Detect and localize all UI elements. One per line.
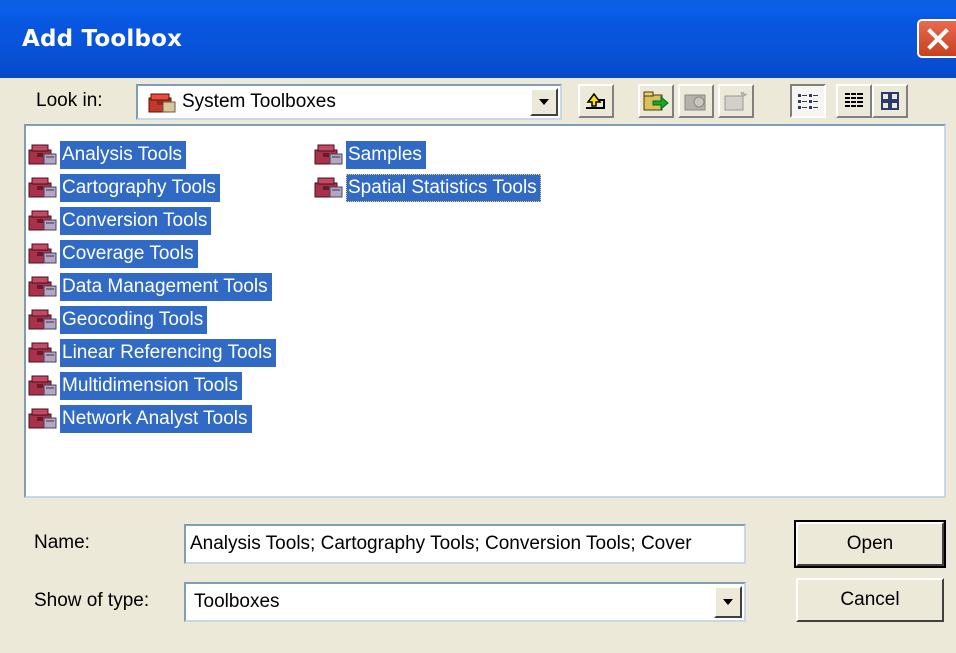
list-item[interactable]: Data Management Tools (28, 272, 272, 302)
details-view-icon (845, 92, 863, 110)
up-one-level-button[interactable] (578, 84, 614, 118)
list-item-label: Cartography Tools (60, 174, 220, 202)
cancel-button[interactable]: Cancel (796, 578, 944, 622)
list-item[interactable]: Spatial Statistics Tools (314, 173, 541, 203)
list-item[interactable]: Analysis Tools (28, 140, 187, 170)
type-label: Show of type: (34, 590, 150, 611)
open-button[interactable]: Open (794, 520, 946, 568)
look-in-dropdown-button[interactable] (530, 88, 558, 116)
list-item[interactable]: Multidimension Tools (28, 371, 243, 401)
type-dropdown-button[interactable] (714, 586, 742, 618)
toolbox-icon (28, 241, 60, 267)
thumbnails-view-icon (881, 92, 899, 110)
list-item-label: Data Management Tools (60, 273, 272, 301)
list-item-label: Coverage Tools (60, 240, 198, 268)
chevron-down-icon (539, 99, 549, 105)
disconnect-folder-button[interactable] (678, 84, 714, 118)
toolbox-icon (28, 208, 60, 234)
list-item[interactable]: Cartography Tools (28, 173, 220, 203)
toolbox-folder-icon (148, 93, 176, 113)
toolbox-icon (28, 175, 60, 201)
name-field-value: Analysis Tools; Cartography Tools; Conve… (190, 533, 692, 554)
list-item[interactable]: Samples (314, 140, 426, 170)
toolbox-icon (28, 142, 60, 168)
connect-to-folder-button[interactable] (638, 84, 674, 118)
add-toolbox-dialog: Add Toolbox Look in: System Toolboxes An… (0, 0, 956, 653)
up-one-level-icon (586, 92, 605, 109)
list-item-label: Samples (346, 141, 426, 169)
toolbox-icon (28, 373, 60, 399)
look-in-label: Look in: (36, 90, 103, 111)
disconnect-folder-icon (684, 94, 706, 111)
list-item[interactable]: Linear Referencing Tools (28, 338, 276, 368)
list-item-label: Linear Referencing Tools (60, 339, 276, 367)
list-item-label: Multidimension Tools (60, 372, 243, 400)
list-view-icon (798, 94, 818, 109)
list-item[interactable]: Network Analyst Tools (28, 404, 252, 434)
title-bar[interactable]: Add Toolbox (0, 0, 956, 78)
look-in-value: System Toolboxes (182, 91, 336, 112)
type-dropdown[interactable]: Toolboxes (184, 582, 746, 622)
toolbox-icon (28, 406, 60, 432)
toolbox-icon (28, 340, 60, 366)
thumbnails-view-button[interactable] (872, 84, 908, 118)
toolbox-list[interactable]: Analysis Tools Cartography Tools Convers… (24, 124, 946, 498)
toolbox-icon (314, 142, 346, 168)
list-view-button[interactable] (790, 84, 826, 118)
list-item-label: Analysis Tools (60, 141, 187, 169)
toolbox-icon (28, 307, 60, 333)
type-value: Toolboxes (194, 591, 280, 612)
list-item-label: Conversion Tools (60, 207, 212, 235)
new-toolbox-icon (724, 91, 748, 111)
toolbox-icon (314, 175, 346, 201)
details-view-button[interactable] (836, 84, 872, 118)
list-item[interactable]: Conversion Tools (28, 206, 212, 236)
close-icon (927, 28, 949, 50)
list-item-label: Network Analyst Tools (60, 405, 252, 433)
list-item-label: Spatial Statistics Tools (346, 174, 541, 202)
close-button[interactable] (917, 19, 956, 58)
new-toolbox-button[interactable] (718, 84, 754, 118)
dialog-title: Add Toolbox (22, 26, 183, 52)
list-item[interactable]: Geocoding Tools (28, 305, 208, 335)
toolbox-icon (28, 274, 60, 300)
connect-to-folder-icon (643, 91, 669, 111)
name-label: Name: (34, 532, 90, 553)
name-field[interactable]: Analysis Tools; Cartography Tools; Conve… (184, 524, 746, 564)
list-item[interactable]: Coverage Tools (28, 239, 198, 269)
list-item-label: Geocoding Tools (60, 306, 208, 334)
look-in-dropdown[interactable]: System Toolboxes (136, 84, 562, 120)
chevron-down-icon (723, 599, 733, 605)
